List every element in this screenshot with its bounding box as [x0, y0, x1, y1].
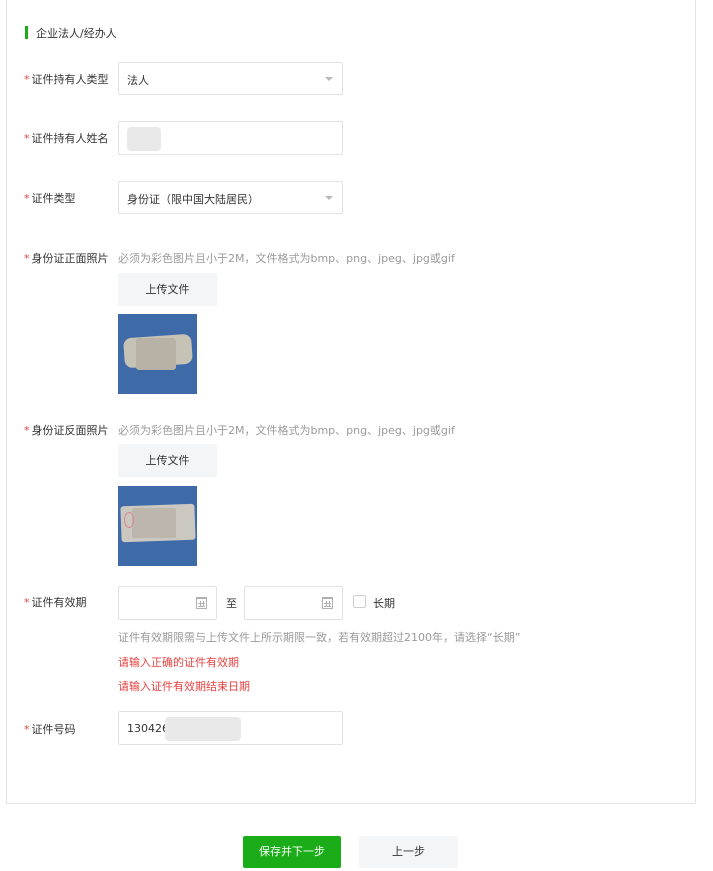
required-mark: * — [24, 723, 30, 736]
redacted-blur — [127, 127, 161, 151]
id-number-input[interactable]: 130426 — [118, 711, 343, 745]
upload-back-button[interactable]: 上传文件 — [118, 444, 217, 477]
redacted-blur — [132, 508, 176, 538]
chevron-down-icon — [325, 196, 333, 200]
to-separator: 至 — [226, 597, 237, 610]
id-front-thumbnail[interactable] — [118, 314, 197, 394]
redacted-blur — [165, 717, 241, 741]
id-type-value: 身份证（限中国大陆居民） — [127, 193, 259, 206]
validity-end-input[interactable] — [244, 586, 343, 620]
id-front-label: * 身份证正面照片 — [24, 252, 109, 265]
id-number-value: 130426 — [127, 722, 169, 735]
section-accent-bar — [25, 26, 28, 39]
holder-name-label: * 证件持有人姓名 — [24, 132, 109, 145]
validity-error-2: 请输入证件有效期结束日期 — [118, 680, 250, 693]
required-mark: * — [24, 596, 30, 609]
required-mark: * — [24, 73, 30, 86]
section-header: 企业法人/经办人 — [25, 26, 117, 40]
id-back-thumbnail[interactable] — [118, 486, 197, 566]
required-mark: * — [24, 252, 30, 265]
section-title: 企业法人/经办人 — [36, 26, 117, 40]
validity-hint: 证件有效期限需与上传文件上所示期限一致，若有效期超过2100年，请选择“长期” — [118, 631, 521, 644]
calendar-icon — [322, 597, 333, 609]
holder-type-select[interactable]: 法人 — [118, 62, 343, 95]
id-type-select[interactable]: 身份证（限中国大陆居民） — [118, 181, 343, 214]
holder-type-label: * 证件持有人类型 — [24, 73, 109, 86]
previous-button[interactable]: 上一步 — [359, 836, 458, 868]
id-back-hint: 必须为彩色图片且小于2M，文件格式为bmp、png、jpeg、jpg或gif — [118, 424, 455, 437]
id-back-label: * 身份证反面照片 — [24, 424, 109, 437]
id-number-label: * 证件号码 — [24, 723, 76, 736]
required-mark: * — [24, 132, 30, 145]
long-term-label[interactable]: 长期 — [373, 595, 395, 611]
long-term-checkbox[interactable] — [353, 595, 366, 608]
validity-error-1: 请输入正确的证件有效期 — [118, 656, 239, 669]
id-type-label: * 证件类型 — [24, 192, 76, 205]
seal-stamp — [124, 512, 134, 528]
id-front-hint: 必须为彩色图片且小于2M，文件格式为bmp、png、jpeg、jpg或gif — [118, 252, 455, 265]
holder-name-input[interactable] — [118, 121, 343, 155]
chevron-down-icon — [325, 77, 333, 81]
required-mark: * — [24, 424, 30, 437]
holder-type-value: 法人 — [127, 74, 149, 87]
calendar-icon — [196, 597, 207, 609]
required-mark: * — [24, 192, 30, 205]
validity-start-input[interactable] — [118, 586, 217, 620]
redacted-blur — [136, 338, 176, 370]
validity-label: * 证件有效期 — [24, 596, 87, 609]
upload-front-button[interactable]: 上传文件 — [118, 273, 217, 306]
save-next-button[interactable]: 保存并下一步 — [243, 836, 341, 868]
form-panel — [6, 0, 696, 804]
